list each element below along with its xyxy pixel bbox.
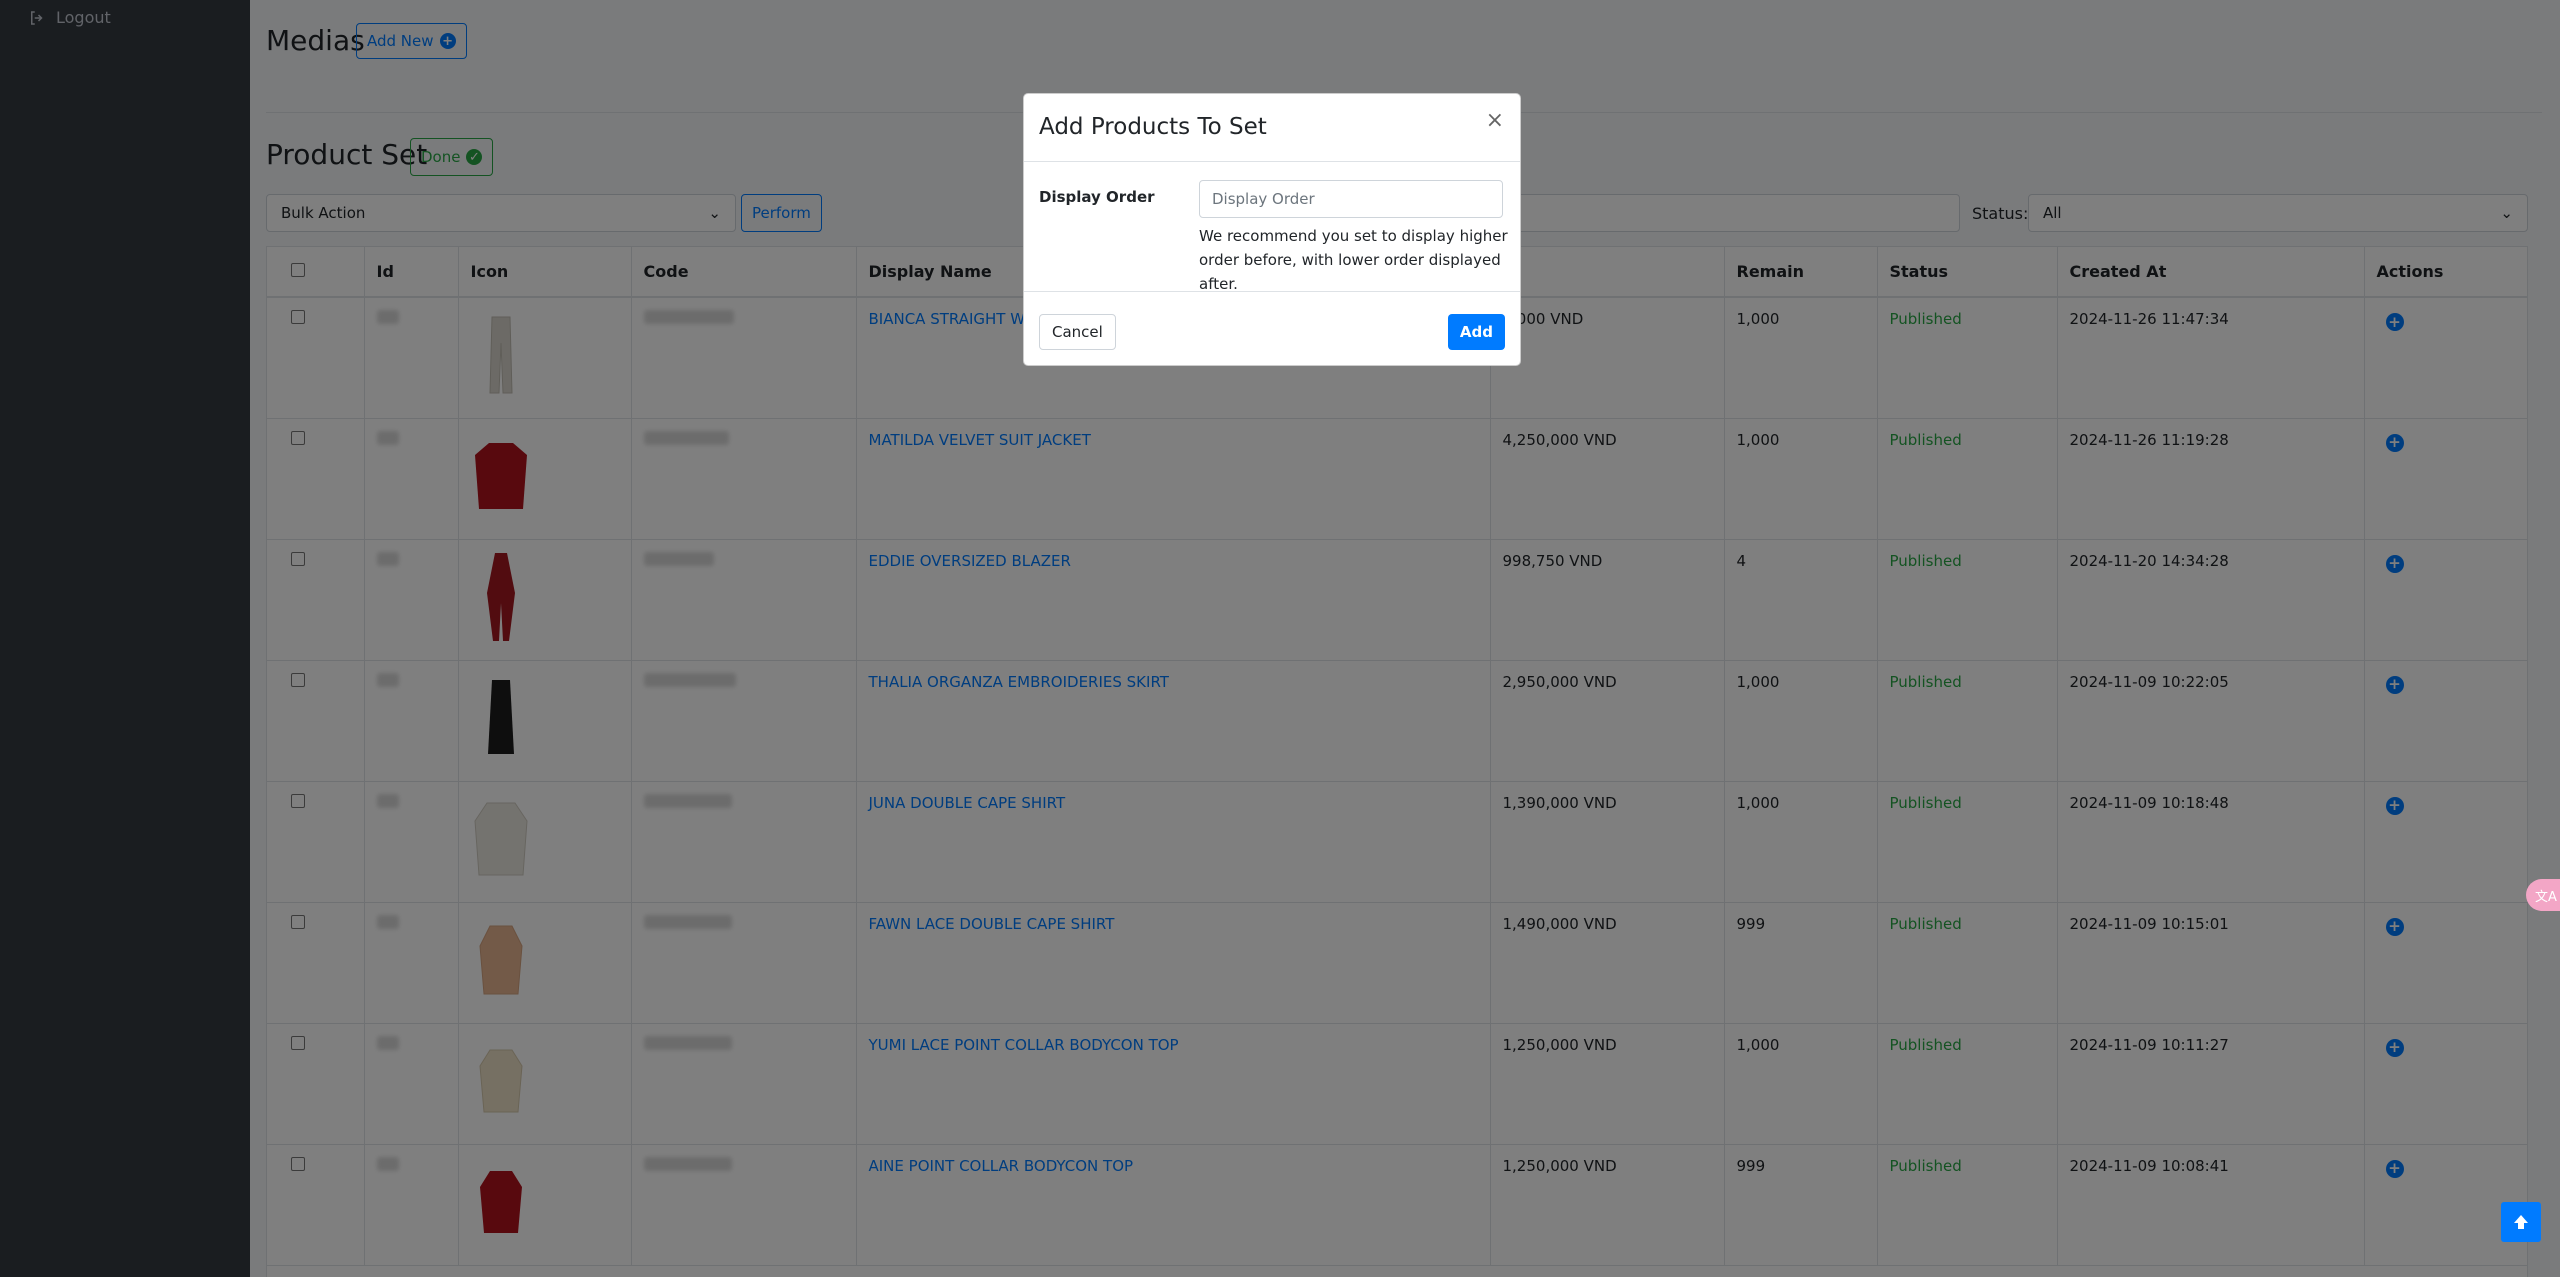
add-products-modal: Add Products To Set × Display Order Disp… <box>1023 93 1521 366</box>
translate-icon[interactable]: 文A <box>2526 879 2560 911</box>
display-order-placeholder: Display Order <box>1212 190 1315 208</box>
translate-label: 文A <box>2535 889 2557 905</box>
arrow-up-icon <box>2514 1215 2528 1229</box>
modal-header: Add Products To Set × <box>1024 94 1520 162</box>
display-order-help: We recommend you set to display higher o… <box>1199 227 1508 293</box>
cancel-button[interactable]: Cancel <box>1039 314 1116 350</box>
display-order-label: Display Order <box>1039 188 1155 206</box>
modal-title: Add Products To Set <box>1039 114 1267 140</box>
add-button[interactable]: Add <box>1447 314 1505 350</box>
add-label: Add <box>1459 323 1493 341</box>
close-icon[interactable]: × <box>1486 108 1504 133</box>
scroll-to-top-button[interactable] <box>2501 1202 2541 1242</box>
modal-body: Display Order Display Order We recommend… <box>1024 162 1520 293</box>
cancel-label: Cancel <box>1052 323 1103 341</box>
display-order-input[interactable]: Display Order <box>1199 180 1503 218</box>
